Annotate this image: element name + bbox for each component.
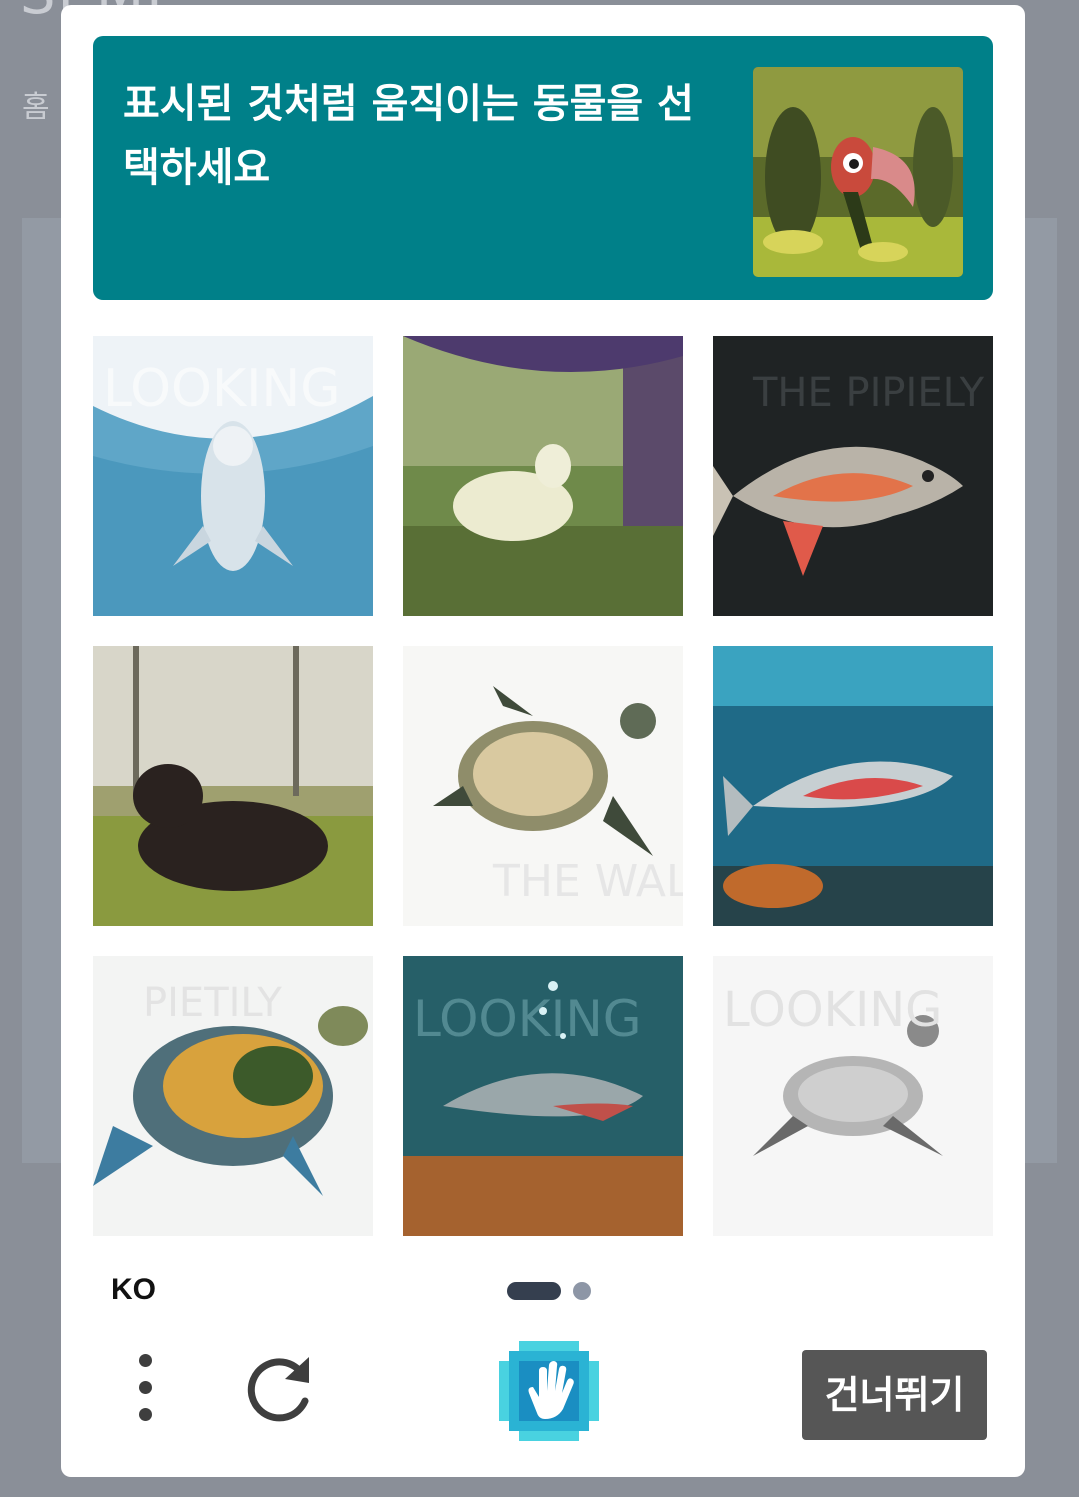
watermark-text: LOOKING <box>103 359 341 419</box>
sketch-turtle-image: LOOKING <box>713 956 993 1236</box>
hcaptcha-hand-logo-icon <box>499 1341 599 1441</box>
page-indicator <box>507 1282 597 1302</box>
fish-image: THE PIPIELY <box>713 336 993 616</box>
image-grid: LOOKING THE PIPIELY THE WAL PIETILY LOOK… <box>93 336 993 1236</box>
watermark-text: LOOKING <box>413 990 641 1048</box>
sheep-image <box>403 336 683 616</box>
example-image <box>753 67 963 277</box>
hcaptcha-logo <box>499 1341 599 1441</box>
vertical-dots-icon <box>139 1408 152 1421</box>
captcha-modal: 표시된 것처럼 움직이는 동물을 선택하세요 LOOKING THE PIPIE… <box>61 5 1025 1477</box>
example-fish-image <box>753 67 963 277</box>
fish-bubbles-image: LOOKING <box>403 956 683 1236</box>
turtle-image: THE WALKING STORIES <box>403 646 683 926</box>
image-tile-6[interactable] <box>713 646 993 926</box>
skip-button[interactable]: 건너뛰기 <box>802 1350 987 1440</box>
image-tile-9[interactable]: LOOKING <box>713 956 993 1236</box>
page-dot-active <box>507 1282 561 1300</box>
language-selector[interactable]: KO <box>111 1273 156 1307</box>
vertical-dots-icon <box>139 1381 152 1394</box>
image-tile-1[interactable]: LOOKING <box>93 336 373 616</box>
watermark-text: THE WALKING STORIES <box>492 856 683 907</box>
watermark-text: PIETILY <box>143 980 282 1026</box>
refresh-icon <box>247 1357 309 1422</box>
image-tile-4[interactable] <box>93 646 373 926</box>
background-breadcrumb-home: 홈 <box>22 90 50 125</box>
menu-button[interactable] <box>127 1348 163 1428</box>
page-dot <box>573 1282 591 1300</box>
image-tile-7[interactable]: PIETILY <box>93 956 373 1236</box>
refresh-button[interactable] <box>239 1349 319 1429</box>
image-tile-8[interactable]: LOOKING <box>403 956 683 1236</box>
colorful-turtle-image: PIETILY <box>93 956 373 1236</box>
challenge-prompt-text: 표시된 것처럼 움직이는 동물을 선택하세요 <box>123 81 694 191</box>
watermark-text: THE PIPIELY <box>752 370 985 416</box>
image-tile-3[interactable]: THE PIPIELY <box>713 336 993 616</box>
dolphin-image: LOOKING <box>93 336 373 616</box>
image-tile-5[interactable]: THE WALKING STORIES <box>403 646 683 926</box>
black-sheep-image <box>93 646 373 926</box>
underwater-fish-image <box>713 646 993 926</box>
vertical-dots-icon <box>139 1354 152 1367</box>
challenge-prompt-banner: 표시된 것처럼 움직이는 동물을 선택하세요 <box>93 36 993 300</box>
image-tile-2[interactable] <box>403 336 683 616</box>
watermark-text: LOOKING <box>723 982 942 1038</box>
